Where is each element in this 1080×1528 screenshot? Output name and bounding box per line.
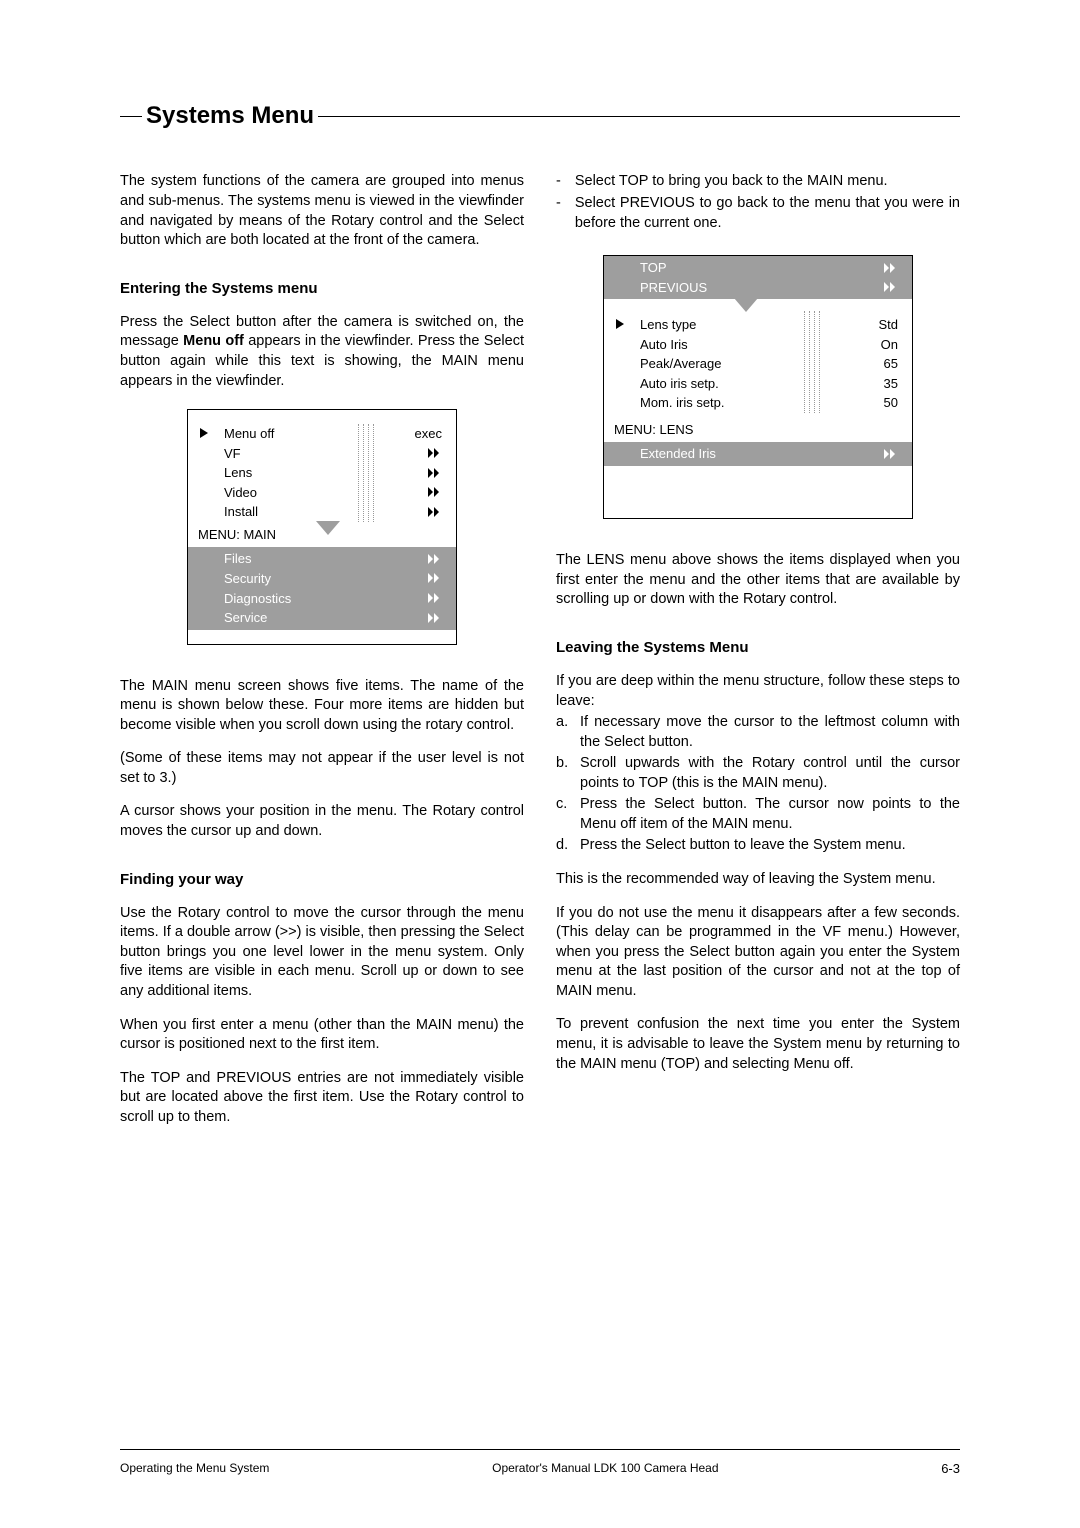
footer-section: Operating the Menu System bbox=[120, 1460, 269, 1478]
lens-menu-diagram: TOP PREVIOUS Lens type bbox=[603, 255, 913, 519]
rule-left bbox=[120, 116, 142, 117]
menu-row: Auto Iris On bbox=[604, 335, 912, 355]
list-item: a.If necessary move the cursor to the le… bbox=[556, 713, 960, 752]
cursor-pointer-icon bbox=[616, 316, 624, 334]
submenu-arrow-icon bbox=[420, 610, 442, 625]
menu-row-hidden: Service bbox=[188, 608, 456, 628]
submenu-arrow-icon bbox=[420, 446, 442, 461]
footer-page-number: 6-3 bbox=[941, 1460, 960, 1478]
heading-leaving: Leaving the Systems Menu bbox=[556, 638, 960, 658]
menu-row: Mom. iris setp. 50 bbox=[604, 393, 912, 413]
entering-paragraph: Press the Select button after the camera… bbox=[120, 313, 524, 391]
nav-list: Select TOP to bring you back to the MAIN… bbox=[556, 172, 960, 233]
menu-row: Menu off exec bbox=[188, 424, 456, 444]
main-desc-1: The MAIN menu screen shows five items. T… bbox=[120, 677, 524, 736]
left-column: The system functions of the camera are g… bbox=[120, 172, 524, 1141]
submenu-arrow-icon bbox=[420, 466, 442, 481]
submenu-arrow-icon bbox=[420, 571, 442, 586]
intro-paragraph: The system functions of the camera are g… bbox=[120, 172, 524, 250]
rule-right bbox=[318, 116, 960, 117]
leaving-p3: To prevent confusion the next time you e… bbox=[556, 1015, 960, 1074]
leaving-steps: a.If necessary move the cursor to the le… bbox=[556, 713, 960, 856]
list-item_s: d.Press the Select button to leave the S… bbox=[556, 836, 960, 856]
menu-row-hidden: Files bbox=[188, 549, 456, 569]
right-column: Select TOP to bring you back to the MAIN… bbox=[556, 172, 960, 1141]
menu-row: Auto iris setp. 35 bbox=[604, 374, 912, 394]
leaving-p2: If you do not use the menu it disappears… bbox=[556, 904, 960, 1002]
finding-p1: Use the Rotary control to move the curso… bbox=[120, 904, 524, 1002]
menu-title-label: MENU: MAIN bbox=[188, 522, 456, 548]
list-item: Select PREVIOUS to go back to the menu t… bbox=[556, 194, 960, 233]
leaving-p1: This is the recommended way of leaving t… bbox=[556, 870, 960, 890]
submenu-arrow-icon bbox=[420, 485, 442, 500]
menu-row-hidden: TOP bbox=[604, 258, 912, 278]
submenu-arrow-icon bbox=[876, 280, 898, 295]
scroll-indicator-icon bbox=[734, 298, 758, 312]
menu-row-hidden: PREVIOUS bbox=[604, 278, 912, 298]
menu-row-hidden: Security bbox=[188, 569, 456, 589]
menu-row: VF bbox=[188, 444, 456, 464]
footer-doc-title: Operator's Manual LDK 100 Camera Head bbox=[492, 1460, 718, 1478]
cursor-pointer-icon bbox=[200, 425, 208, 443]
main-desc-3: A cursor shows your position in the menu… bbox=[120, 802, 524, 841]
heading-entering: Entering the Systems menu bbox=[120, 279, 524, 299]
submenu-arrow-icon bbox=[420, 552, 442, 567]
section-title-row: Systems Menu bbox=[120, 100, 960, 132]
page-footer: Operating the Menu System Operator's Man… bbox=[120, 1449, 960, 1478]
section-title: Systems Menu bbox=[146, 100, 314, 132]
finding-p2: When you first enter a menu (other than … bbox=[120, 1016, 524, 1055]
menu-title-label: MENU: LENS bbox=[604, 413, 912, 443]
main-menu-diagram: Menu off exec VF Lens Video Install bbox=[187, 409, 457, 644]
menu-row: Peak/Average 65 bbox=[604, 354, 912, 374]
submenu-arrow-icon bbox=[876, 260, 898, 275]
menu-row: Lens bbox=[188, 463, 456, 483]
submenu-arrow-icon bbox=[420, 591, 442, 606]
menu-row-hidden: Extended Iris bbox=[604, 444, 912, 464]
scroll-down-indicator-icon bbox=[316, 521, 340, 535]
main-desc-2: (Some of these items may not appear if t… bbox=[120, 749, 524, 788]
menu-row: Video bbox=[188, 483, 456, 503]
submenu-arrow-icon bbox=[420, 505, 442, 520]
list-item: b.Scroll upwards with the Rotary control… bbox=[556, 754, 960, 793]
list-item: c.Press the Select button. The cursor no… bbox=[556, 795, 960, 834]
submenu-arrow-icon bbox=[876, 447, 898, 462]
menu-row: Lens type Std bbox=[604, 315, 912, 335]
menu-row: Install bbox=[188, 502, 456, 522]
menu-row-hidden: Diagnostics bbox=[188, 589, 456, 609]
list-item: Select TOP to bring you back to the MAIN… bbox=[556, 172, 960, 192]
heading-finding: Finding your way bbox=[120, 870, 524, 890]
finding-p3: The TOP and PREVIOUS entries are not imm… bbox=[120, 1069, 524, 1128]
leaving-intro: If you are deep within the menu structur… bbox=[556, 672, 960, 711]
lens-desc: The LENS menu above shows the items disp… bbox=[556, 551, 960, 610]
